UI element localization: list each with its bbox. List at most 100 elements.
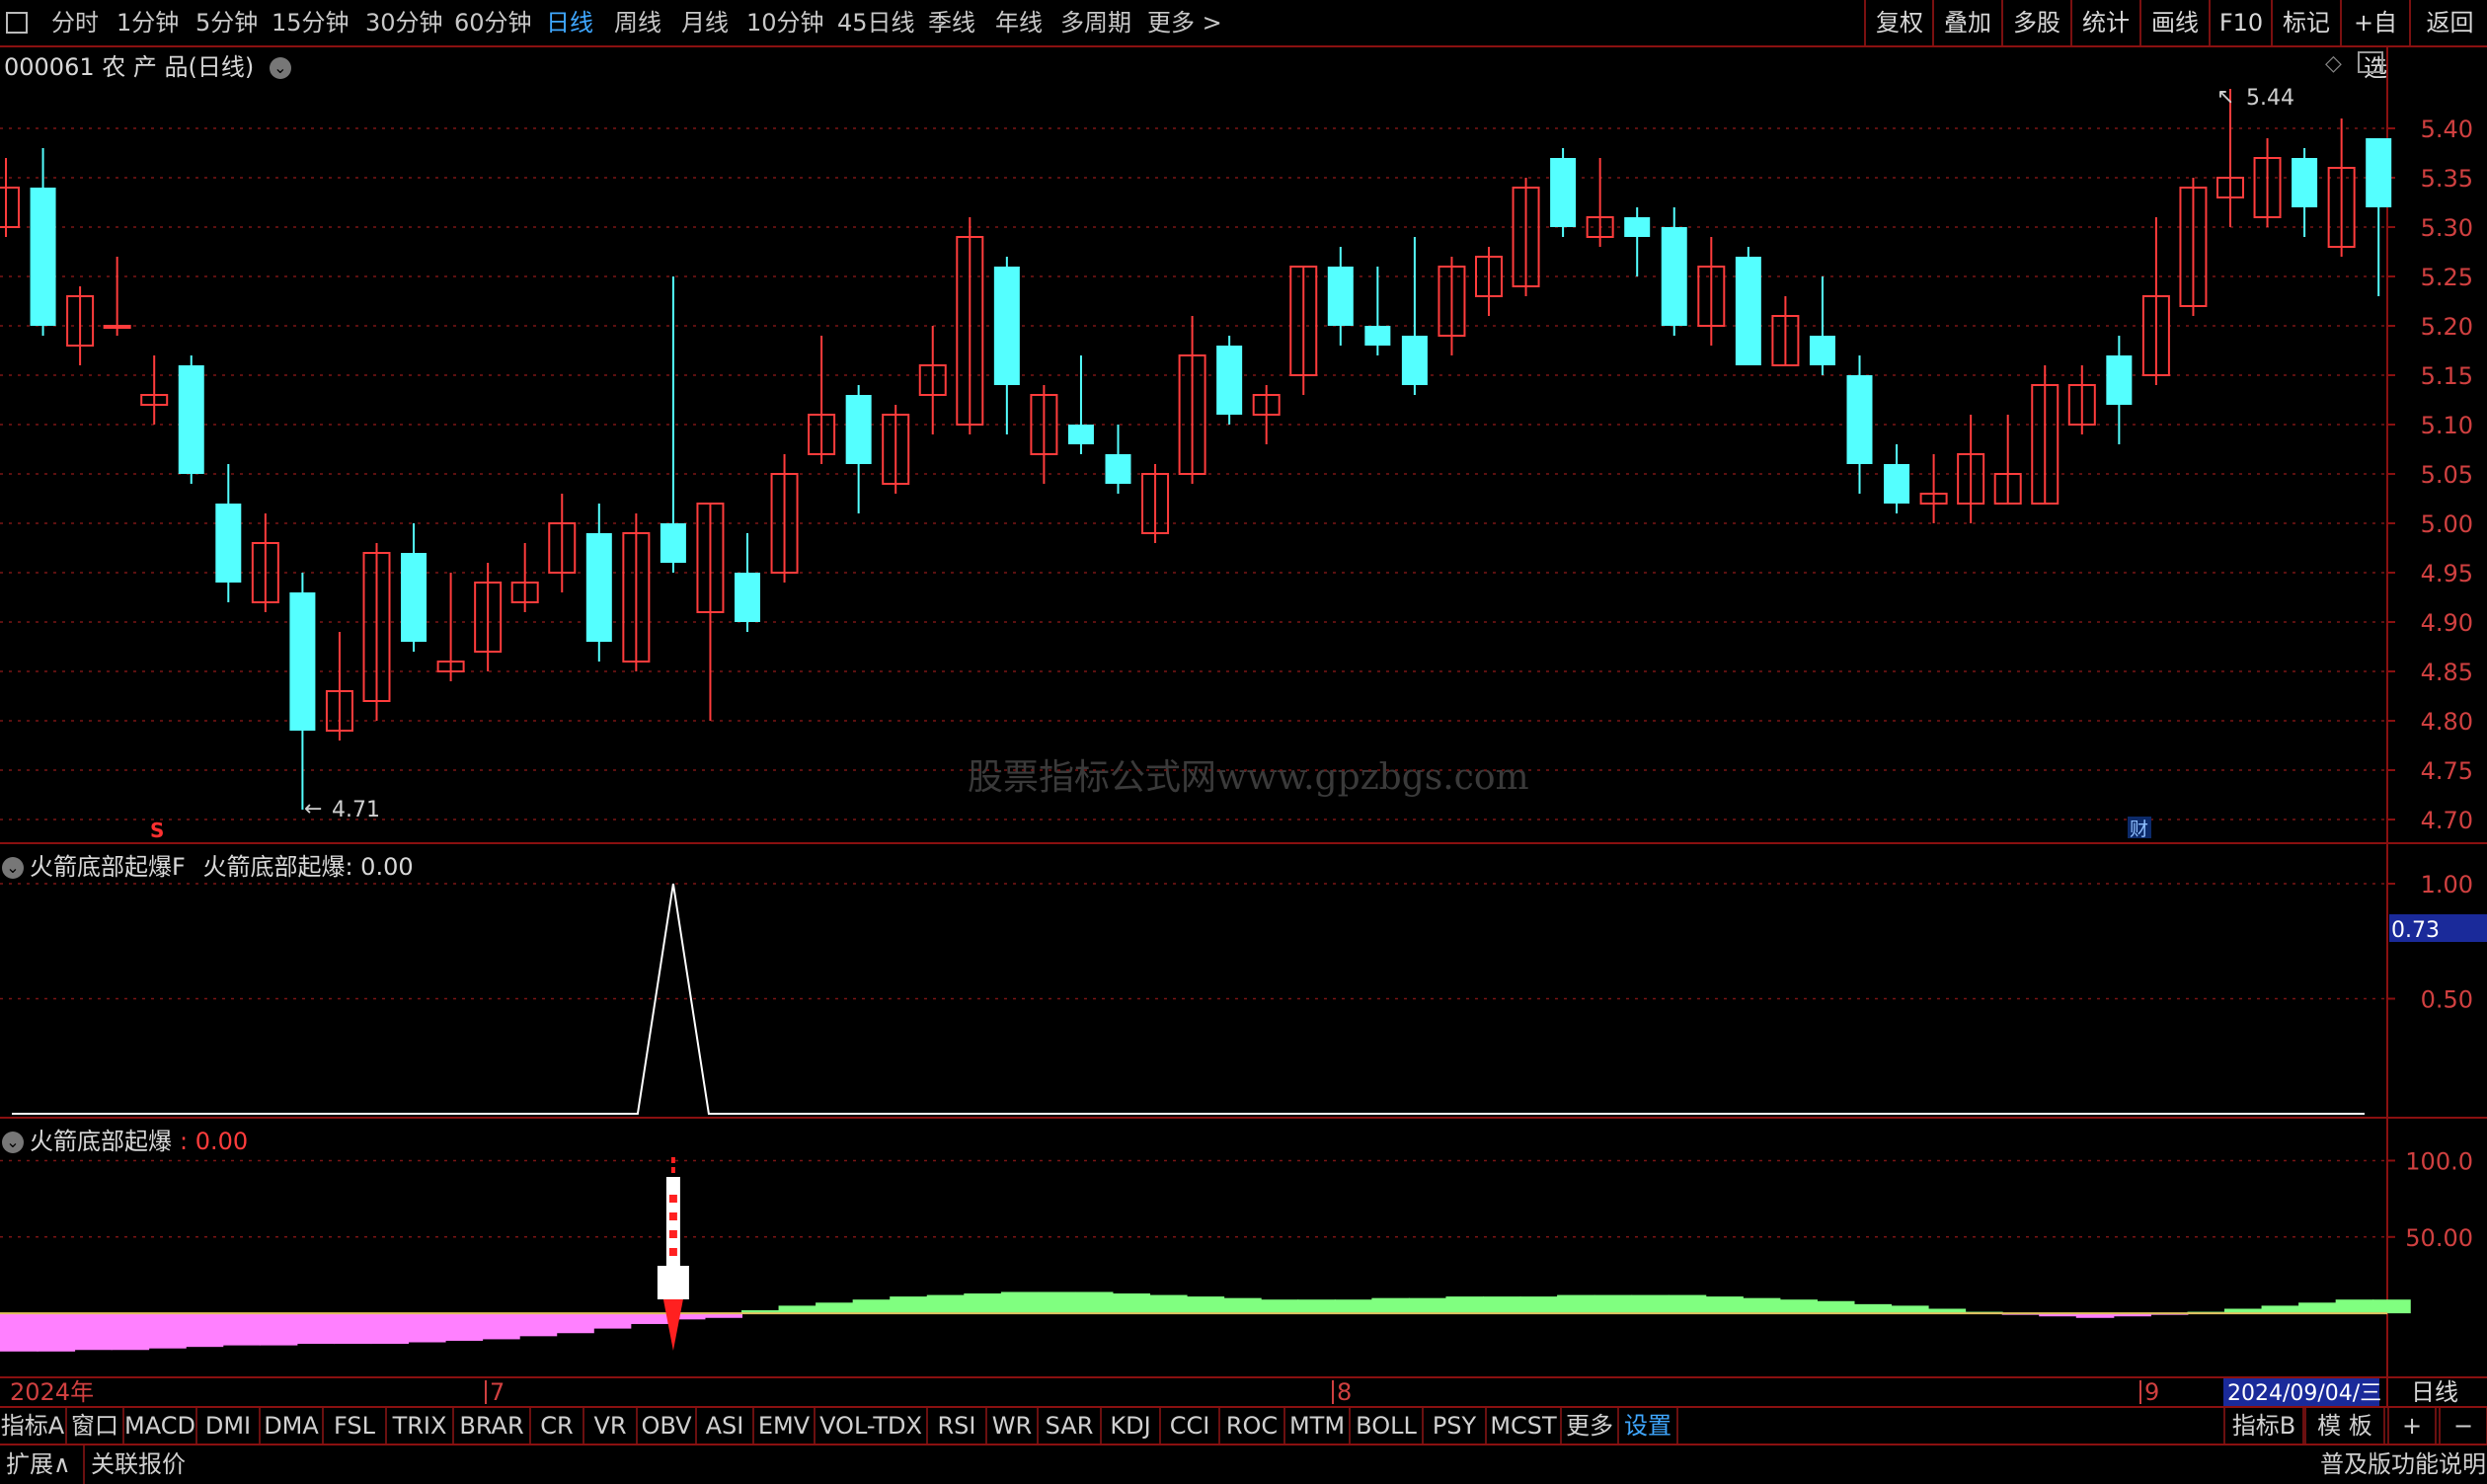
bottom-right-button-3[interactable]: −: [2439, 1408, 2487, 1444]
wave-bar: [148, 1313, 187, 1349]
menu-square-icon[interactable]: [6, 12, 28, 34]
wave-bar: [1593, 1294, 1633, 1314]
indicator-tab-9[interactable]: VR: [584, 1408, 638, 1444]
toolbar-button-4[interactable]: 画线: [2139, 0, 2209, 45]
wave-bar: [1223, 1297, 1262, 1314]
wave-bar: [296, 1313, 335, 1345]
tab-9[interactable]: 10分钟: [746, 0, 824, 45]
candle-body-down: [289, 592, 316, 731]
indicator-tab-5[interactable]: FSL: [324, 1408, 387, 1444]
indicator-tab-20[interactable]: MTM: [1285, 1408, 1351, 1444]
toolbar-button-6[interactable]: 标记: [2271, 0, 2340, 45]
tab-12[interactable]: 年线: [995, 0, 1043, 45]
tab-7[interactable]: 周线: [614, 0, 661, 45]
price-label: 5.25: [2421, 264, 2473, 291]
wave-bar: [185, 1313, 224, 1348]
bottom-right-button-1[interactable]: 模 板: [2304, 1408, 2385, 1444]
bottom-right-button-2[interactable]: +: [2387, 1408, 2437, 1444]
tab-13[interactable]: 多周期: [1060, 0, 1131, 45]
indicator-tab-11[interactable]: ASI: [697, 1408, 754, 1444]
bottom-right-button-0[interactable]: 指标B: [2223, 1408, 2304, 1444]
related-quote-button[interactable]: 关联报价: [83, 1445, 186, 1484]
wave-bar: [2261, 1305, 2300, 1314]
indicator-tab-24[interactable]: 更多: [1562, 1408, 1619, 1444]
wave-bar: [778, 1305, 817, 1314]
candle-body-down: [2106, 355, 2133, 405]
rocket-window: [668, 1195, 677, 1203]
tab-5[interactable]: 60分钟: [454, 0, 532, 45]
tab-11[interactable]: 季线: [928, 0, 975, 45]
tab-3[interactable]: 15分钟: [272, 0, 350, 45]
price-label: 5.30: [2421, 214, 2473, 242]
indicator-tab-15[interactable]: WR: [987, 1408, 1039, 1444]
wave-bar: [1483, 1296, 1521, 1314]
wave-bar: [1631, 1294, 1670, 1314]
wave-bar: [1297, 1299, 1336, 1314]
indicator-tab-10[interactable]: OBV: [638, 1408, 697, 1444]
tab-2[interactable]: 5分钟: [195, 0, 258, 45]
tab-0[interactable]: 分时: [51, 0, 99, 45]
ind1-axis-label: 1.00: [2421, 871, 2473, 898]
candle-body-up: [103, 325, 131, 329]
candle-body-up: [0, 187, 20, 228]
price-label: 4.85: [2421, 659, 2473, 686]
indicator-tab-21[interactable]: BOLL: [1351, 1408, 1424, 1444]
wave-bar: [1816, 1300, 1855, 1314]
indicator-tab-12[interactable]: EMV: [754, 1408, 816, 1444]
wave-bar: [1000, 1291, 1040, 1314]
tab-4[interactable]: 30分钟: [365, 0, 443, 45]
toolbar-button-3[interactable]: 统计: [2070, 0, 2139, 45]
wave-bar: [1112, 1293, 1151, 1314]
indicator-tab-22[interactable]: PSY: [1424, 1408, 1487, 1444]
indicator-tab-23[interactable]: MCST: [1487, 1408, 1562, 1444]
indicator-tab-0[interactable]: 指标A: [0, 1408, 67, 1444]
finance-marker: 财: [2130, 819, 2148, 840]
indicator-tab-8[interactable]: CR: [531, 1408, 584, 1444]
tab-1[interactable]: 1分钟: [117, 0, 179, 45]
indicator-tab-17[interactable]: KDJ: [1102, 1408, 1161, 1444]
candle-body-down: [178, 365, 204, 474]
indicator-tab-4[interactable]: DMA: [261, 1408, 324, 1444]
tab-6[interactable]: 日线: [546, 0, 593, 45]
wave-bar: [74, 1313, 113, 1351]
wave-bar: [1260, 1299, 1299, 1314]
toolbar-button-1[interactable]: 叠加: [1932, 0, 2001, 45]
toolbar-button-0[interactable]: 复权: [1864, 0, 1933, 45]
indicator-tab-3[interactable]: DMI: [197, 1408, 261, 1444]
indicator-tab-14[interactable]: RSI: [928, 1408, 987, 1444]
price-label: 5.40: [2421, 116, 2473, 143]
tab-10[interactable]: 45日线: [837, 0, 915, 45]
toolbar-button-2[interactable]: 多股: [2001, 0, 2070, 45]
indicator-tab-25[interactable]: 设置: [1619, 1408, 1678, 1444]
toolbar-button-8[interactable]: 返回: [2409, 0, 2487, 45]
indicator-tab-1[interactable]: 窗口: [67, 1408, 124, 1444]
candle-body-down: [660, 523, 686, 563]
indicator-tab-19[interactable]: ROC: [1220, 1408, 1285, 1444]
candle-body-down: [1364, 326, 1391, 346]
tab-8[interactable]: 月线: [681, 0, 729, 45]
wave-bar: [1705, 1296, 1744, 1314]
price-label: 5.20: [2421, 313, 2473, 341]
price-label: 4.70: [2421, 807, 2473, 834]
rocket-window: [668, 1230, 677, 1238]
chart-area[interactable]: 5.40 5.35 5.30 5.25 5.20 5.15 5.10 5.05 5.00 4.95…: [0, 45, 2487, 1406]
wave-bar: [370, 1313, 410, 1345]
toolbar-button-7[interactable]: +自选: [2340, 0, 2409, 82]
indicator-tab-2[interactable]: MACD: [124, 1408, 197, 1444]
year-label: 2024年: [10, 1378, 94, 1406]
candle-body-down: [1809, 336, 1835, 365]
indicator-tab-13[interactable]: VOL-TDX: [816, 1408, 928, 1444]
indicator-tab-6[interactable]: TRIX: [387, 1408, 454, 1444]
wave-bar: [333, 1313, 372, 1345]
month-label-9: 9: [2144, 1378, 2159, 1406]
expand-button[interactable]: 扩展∧: [6, 1445, 71, 1484]
price-label: 5.00: [2421, 510, 2473, 538]
toolbar-button-5[interactable]: F10: [2209, 0, 2272, 45]
help-text[interactable]: 普及版功能说明: [2320, 1445, 2486, 1484]
indicator-tab-7[interactable]: BRAR: [454, 1408, 531, 1444]
indicator-tab-16[interactable]: SAR: [1039, 1408, 1102, 1444]
wave-bar: [444, 1313, 484, 1341]
wave-bar: [852, 1299, 892, 1314]
tab-14[interactable]: 更多 >: [1147, 0, 1222, 45]
indicator-tab-18[interactable]: CCI: [1161, 1408, 1220, 1444]
